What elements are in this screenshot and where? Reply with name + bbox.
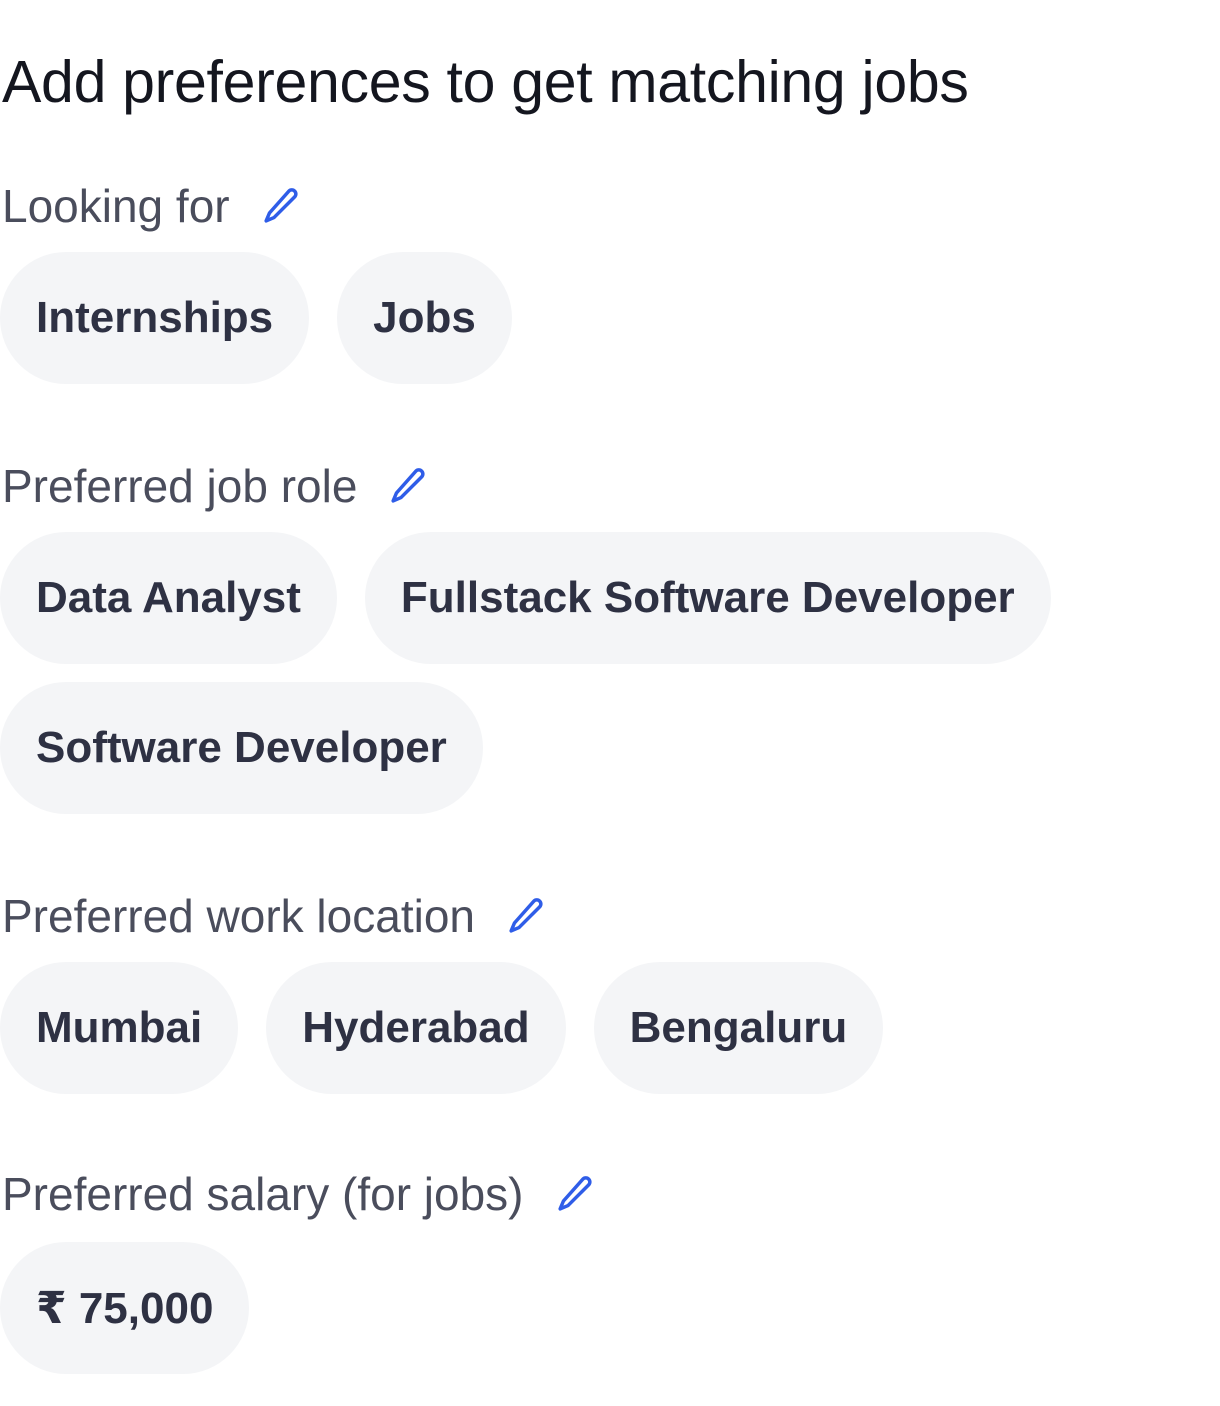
chip-hyderabad[interactable]: Hyderabad bbox=[266, 962, 566, 1094]
looking-for-chips: Internships Jobs bbox=[0, 252, 512, 384]
pencil-icon[interactable] bbox=[260, 185, 302, 227]
work-location-header: Preferred work location bbox=[2, 888, 547, 944]
chip-jobs[interactable]: Jobs bbox=[337, 252, 512, 384]
work-location-label: Preferred work location bbox=[2, 890, 475, 942]
job-role-label: Preferred job role bbox=[2, 460, 358, 512]
looking-for-header: Looking for bbox=[2, 178, 302, 234]
chip-bengaluru[interactable]: Bengaluru bbox=[593, 962, 884, 1094]
chip-internships[interactable]: Internships bbox=[0, 252, 310, 384]
salary-chips: ₹ 75,000 bbox=[0, 1242, 250, 1374]
chip-data-analyst[interactable]: Data Analyst bbox=[0, 532, 337, 664]
job-role-chips-row-1: Data Analyst Fullstack Software Develope… bbox=[0, 532, 1051, 664]
pencil-icon[interactable] bbox=[554, 1173, 596, 1215]
salary-label: Preferred salary (for jobs) bbox=[2, 1168, 524, 1220]
chip-mumbai[interactable]: Mumbai bbox=[0, 962, 239, 1094]
salary-header: Preferred salary (for jobs) bbox=[2, 1166, 596, 1222]
page-title: Add preferences to get matching jobs bbox=[2, 49, 969, 115]
chip-fullstack-software-developer[interactable]: Fullstack Software Developer bbox=[364, 532, 1051, 664]
job-role-header: Preferred job role bbox=[2, 458, 429, 514]
pencil-icon[interactable] bbox=[387, 465, 429, 507]
job-role-chips-row-2: Software Developer bbox=[0, 682, 483, 814]
chip-salary-value[interactable]: ₹ 75,000 bbox=[0, 1242, 250, 1374]
looking-for-label: Looking for bbox=[2, 180, 230, 232]
chip-software-developer[interactable]: Software Developer bbox=[0, 682, 483, 814]
pencil-icon[interactable] bbox=[505, 895, 547, 937]
work-location-chips: Mumbai Hyderabad Bengaluru bbox=[0, 962, 884, 1094]
